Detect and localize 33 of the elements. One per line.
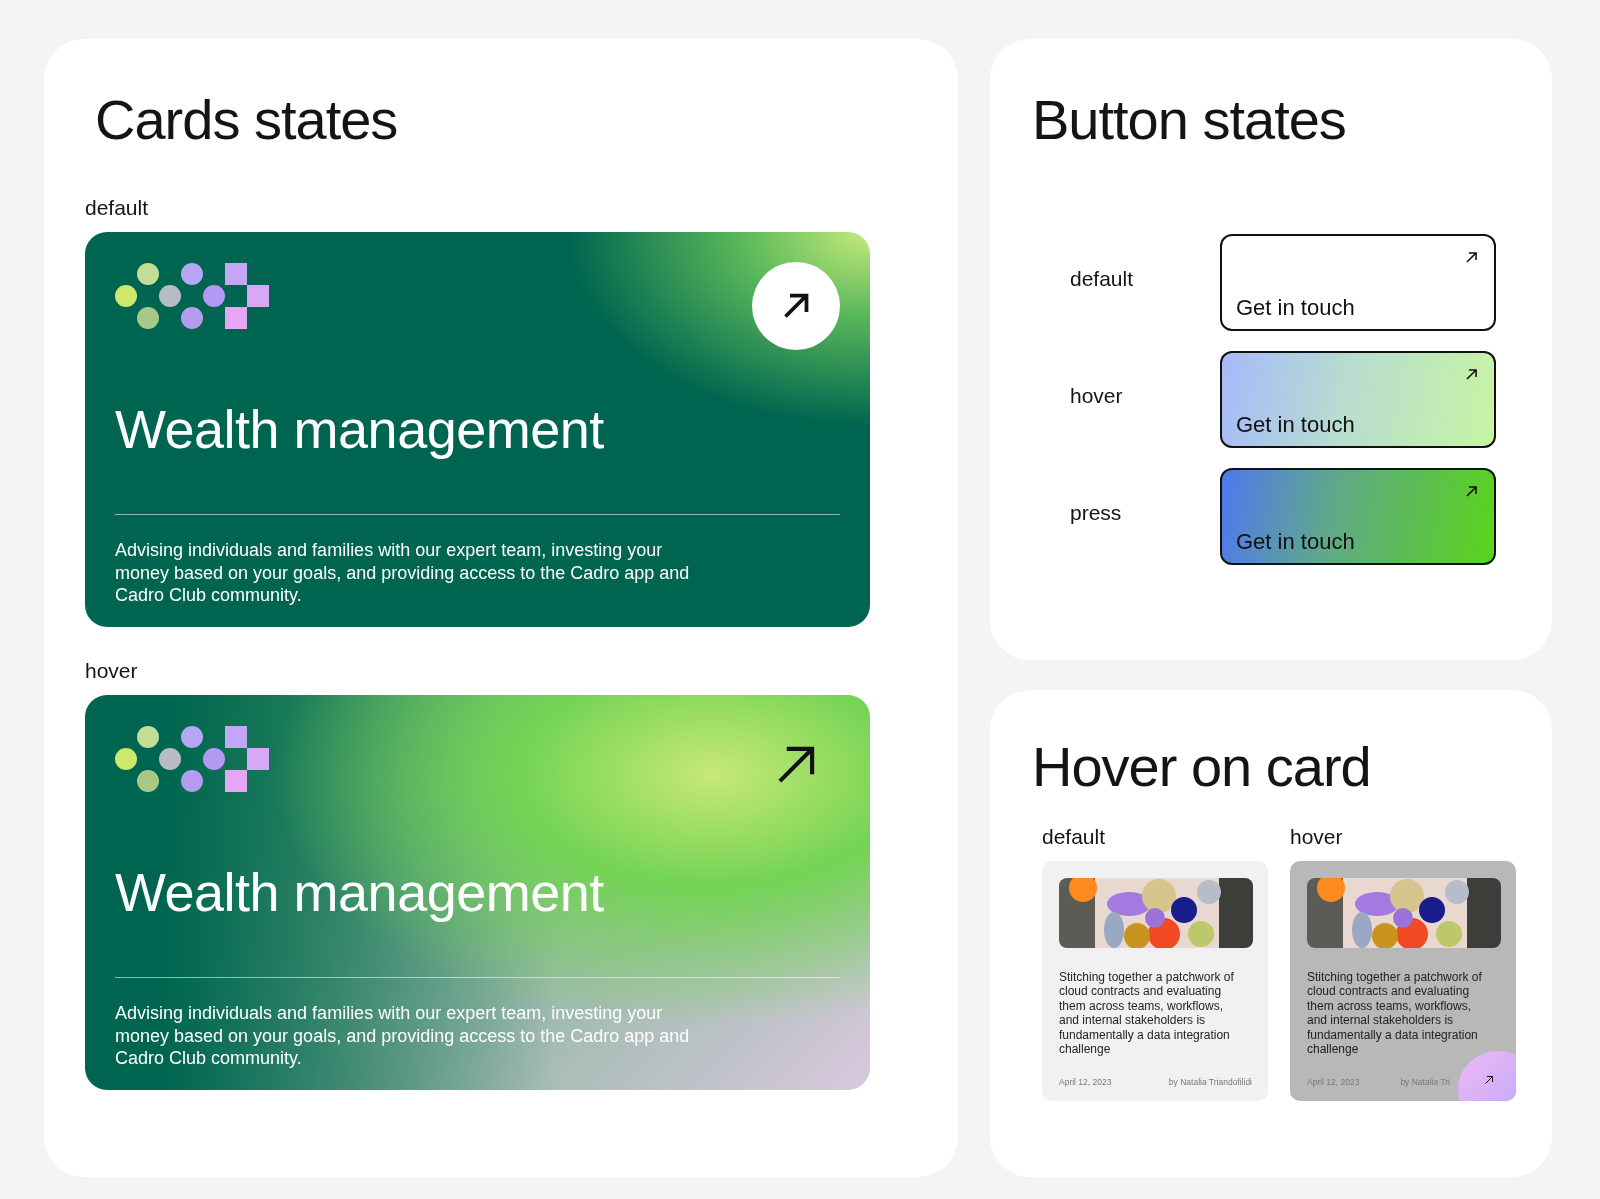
article-card[interactable]: Stitching together a patchwork of cloud contracts and evaluating them across teams, workflows, and internal stakeholders is fundamentally a data integration challenge April 12, 2023 by Natalia Tri [1290, 861, 1516, 1101]
get-in-touch-button[interactable]: Get in touch [1220, 468, 1496, 565]
article-author: by Natalia Tri [1400, 1077, 1450, 1087]
article-text: Stitching together a patchwork of cloud contracts and evaluating them across teams, workflows, and internal stakeholders is fundamentally a data integration challenge [1307, 970, 1483, 1057]
card-description: Advising individuals and families with our expert team, investing your money based on your goals, and providing access to the Cadro app and Cadro Club community. [115, 539, 691, 607]
panel-title: Cards states [95, 87, 398, 152]
panel-title: Button states [1032, 87, 1346, 152]
article-text: Stitching together a patchwork of cloud contracts and evaluating them across teams, workflows, and internal stakeholders is fundamentally a data integration challenge [1059, 970, 1235, 1057]
card-title: Wealth management [115, 861, 604, 923]
get-in-touch-button[interactable]: Get in touch [1220, 234, 1496, 331]
state-label: default [1070, 266, 1134, 291]
arrow-icon [1465, 251, 1478, 264]
state-label: hover [85, 659, 138, 683]
service-card[interactable]: Wealth management Advising individuals and families with our expert team, investing your money based on your goals, and providing access to the Cadro app and Cadro Club community. [85, 695, 870, 1090]
state-label: hover [1070, 383, 1123, 408]
card-description: Advising individuals and families with our expert team, investing your money based on your goals, and providing access to the Cadro app and Cadro Club community. [115, 1002, 691, 1070]
state-label: hover [1290, 825, 1343, 849]
logo-icon [115, 725, 270, 793]
arrow-icon [1484, 1075, 1494, 1085]
service-card[interactable]: Wealth management Advising individuals and families with our expert team, investing your money based on your goals, and providing access to the Cadro app and Cadro Club community. [85, 232, 870, 627]
article-author: by Natalia Triandofilidi [1168, 1077, 1252, 1087]
article-date: April 12, 2023 [1307, 1077, 1360, 1087]
state-label: default [85, 196, 149, 220]
state-label: press [1070, 500, 1122, 525]
card-title: Wealth management [115, 398, 604, 460]
get-in-touch-button[interactable]: Get in touch [1220, 351, 1496, 448]
panel-title: Hover on card [1032, 734, 1371, 799]
logo-icon [115, 262, 270, 330]
article-card[interactable] [1042, 861, 1268, 1101]
state-label: default [1042, 825, 1106, 849]
arrow-icon [1465, 368, 1478, 381]
article-date: April 12, 2023 [1059, 1077, 1112, 1087]
arrow-icon [1465, 485, 1478, 498]
